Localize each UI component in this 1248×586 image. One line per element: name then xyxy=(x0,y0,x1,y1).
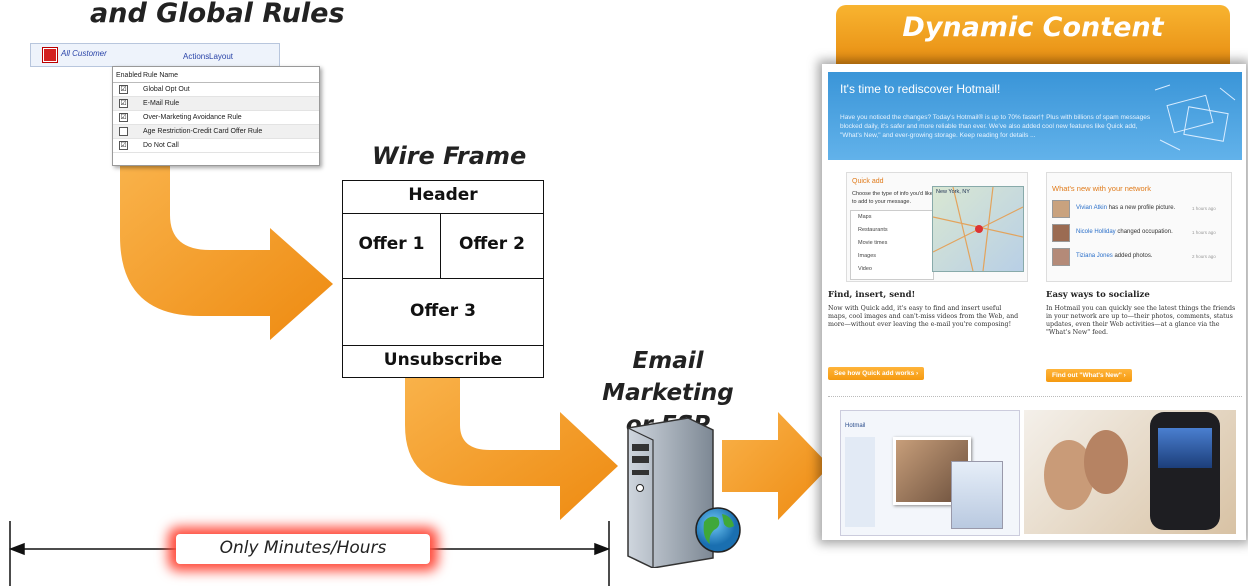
rule-row: Age Restriction-Credit Card Offer Rule xyxy=(113,125,319,139)
rule-name: Global Opt Out xyxy=(143,86,190,93)
quick-add-label: Quick add xyxy=(852,178,884,185)
col-enabled: Enabled xyxy=(116,72,142,79)
hotmail-headline: It's time to rediscover Hotmail! xyxy=(840,82,1001,96)
customer-icon xyxy=(43,48,57,62)
news-person[interactable]: Vivian Atkin xyxy=(1076,205,1107,211)
timeline-label: Only Minutes/Hours xyxy=(219,538,387,558)
rule-checkbox[interactable]: ☑ xyxy=(119,85,128,94)
news-action: changed occupation. xyxy=(1117,229,1173,235)
dynamic-content-title: Dynamic Content xyxy=(902,12,1164,43)
news-item: Vivian Atkin has a new profile picture. xyxy=(1076,205,1175,213)
news-time: 2 hours ago xyxy=(1192,254,1216,259)
actions-menu[interactable]: Actions xyxy=(183,52,209,61)
news-action: has a new profile picture. xyxy=(1108,205,1176,211)
rule-name: Age Restriction-Credit Card Offer Rule xyxy=(143,128,263,135)
envelope-decoration-icon xyxy=(1154,84,1236,151)
customer-link[interactable]: All Customer xyxy=(61,49,107,58)
find-out-whats-new-button[interactable]: Find out "What's New" › xyxy=(1046,369,1132,382)
social-title: Easy ways to socialize xyxy=(1046,290,1150,300)
quick-add-item[interactable]: Images xyxy=(858,253,876,259)
mini-sidebar xyxy=(845,437,875,527)
news-item: Tiziana Jones added photos. xyxy=(1076,253,1153,261)
wf-divider xyxy=(343,278,543,279)
social-body: In Hotmail you can quickly see the lates… xyxy=(1046,305,1236,336)
find-body: Now with Quick add, it's easy to find an… xyxy=(828,305,1019,328)
avatar xyxy=(1052,200,1070,218)
avatar xyxy=(1052,248,1070,266)
quick-add-item[interactable]: Movie times xyxy=(858,240,887,246)
rule-name: Do Not Call xyxy=(143,142,179,149)
quick-add-item[interactable]: Restaurants xyxy=(858,227,888,233)
rules-header-bar: All Customer Actions Layout xyxy=(30,43,280,67)
quick-add-prompt: Choose the type of info you'd like to ad… xyxy=(852,191,933,205)
wf-header: Header xyxy=(408,185,478,205)
wf-offer-2: Offer 2 xyxy=(459,234,525,254)
rule-checkbox[interactable] xyxy=(119,127,128,136)
find-title: Find, insert, send! xyxy=(828,290,916,300)
document-icon xyxy=(951,461,1003,529)
rule-row: ☑ E-Mail Rule xyxy=(113,97,319,111)
wf-unsubscribe: Unsubscribe xyxy=(383,350,503,370)
rule-row: ☑ Do Not Call xyxy=(113,139,319,153)
rule-name: E-Mail Rule xyxy=(143,100,180,107)
news-item: Nicole Holliday changed occupation. xyxy=(1076,229,1173,237)
rule-checkbox[interactable]: ☑ xyxy=(119,113,128,122)
esp-title-line1: Email Marketing xyxy=(602,348,734,406)
avatar xyxy=(1052,224,1070,242)
wf-offer-1: Offer 1 xyxy=(358,234,425,254)
rules-table-header: Enabled Rule Name xyxy=(113,69,319,83)
see-how-quick-add-button[interactable]: See how Quick add works › xyxy=(828,367,925,380)
wire-frame-title: Wire Frame xyxy=(372,142,527,170)
wf-divider xyxy=(343,345,543,346)
news-person[interactable]: Tiziana Jones xyxy=(1076,253,1113,259)
whats-new-label: What's new with your network xyxy=(1052,184,1151,193)
rule-row: ☑ Over-Marketing Avoidance Rule xyxy=(113,111,319,125)
quick-add-item[interactable]: Maps xyxy=(858,214,871,220)
server-icon xyxy=(627,418,741,568)
hotmail-intro: Have you noticed the changes? Today's Ho… xyxy=(840,114,1151,139)
rules-table: Enabled Rule Name ☑ Global Opt Out ☑ E-Mai… xyxy=(112,66,320,166)
wire-frame: Header Offer 1 Offer 2 Offer 3 Unsubscri… xyxy=(342,180,544,378)
section-divider xyxy=(828,396,1242,397)
layout-menu[interactable]: Layout xyxy=(209,52,233,61)
rule-name: Over-Marketing Avoidance Rule xyxy=(143,114,242,121)
arrow-rules-to-wireframe xyxy=(120,165,333,340)
news-time: 1 hours ago xyxy=(1192,230,1216,235)
phone-icon xyxy=(1150,412,1220,530)
rule-row: ☑ Global Opt Out xyxy=(113,83,319,97)
person-photo xyxy=(1084,430,1128,494)
wf-divider xyxy=(343,213,543,214)
col-rule-name: Rule Name xyxy=(143,72,179,79)
news-person[interactable]: Nicole Holliday xyxy=(1076,229,1116,235)
people-phone-photo xyxy=(1024,410,1236,534)
quick-add-item[interactable]: Video xyxy=(858,266,872,272)
wf-offer-3: Offer 3 xyxy=(410,301,476,321)
map-roads-icon xyxy=(932,186,1024,272)
rule-checkbox[interactable]: ☑ xyxy=(119,141,128,150)
mini-app-title: Hotmail xyxy=(845,423,866,429)
news-action: added photos. xyxy=(1114,253,1153,259)
phone-screen xyxy=(1158,428,1212,468)
news-time: 1 hours ago xyxy=(1192,206,1216,211)
global-rules-title: and Global Rules xyxy=(90,0,345,29)
hotmail-inbox-screenshot: Hotmail xyxy=(840,410,1020,536)
rule-checkbox[interactable]: ☑ xyxy=(119,99,128,108)
map-thumbnail xyxy=(932,186,1024,272)
map-location: New York, NY xyxy=(936,189,970,195)
